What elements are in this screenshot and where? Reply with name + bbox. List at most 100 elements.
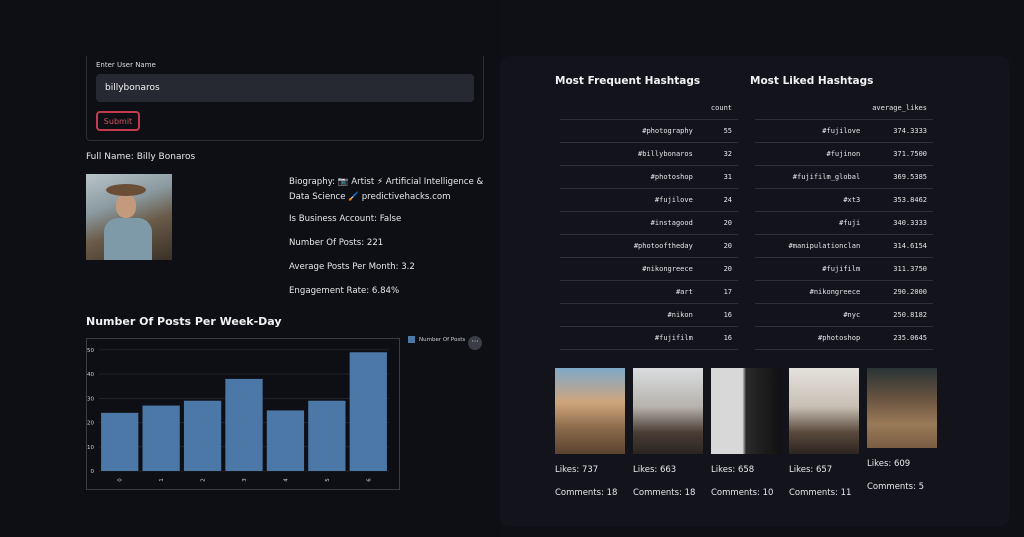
value-cell: 17 (698, 280, 738, 304)
value-cell: 311.3750 (866, 257, 933, 281)
bar[interactable] (308, 400, 346, 471)
table-row: #nikon 16 (560, 303, 738, 327)
y-tick-label: 30 (87, 396, 94, 402)
liked-hashtags-table: average_likes #fujilove 374.3333 #fujinon 3… (755, 97, 933, 350)
frequent-hashtags-title: Most Frequent Hashtags (555, 75, 701, 87)
hashtag-cell: #photoshop (755, 326, 867, 350)
biography: Biography: 📷 Artist ⚡ Artificial Intelli… (289, 175, 483, 205)
y-tick-label: 0 (91, 469, 95, 475)
engagement-rate: Engagement Rate: 6.84% (289, 286, 400, 296)
username-input[interactable]: billybonaros (96, 74, 474, 102)
value-cell: 16 (698, 326, 738, 350)
number-of-posts: Number Of Posts: 221 (289, 238, 384, 248)
table-row: #photoshop 31 (560, 165, 738, 189)
table-row: #fujilove 24 (560, 188, 738, 212)
hashtag-cell: #fujinon (755, 142, 867, 166)
value-cell: 369.5385 (866, 165, 933, 189)
value-cell: 235.0645 (866, 326, 933, 350)
table-row: #instagood 20 (560, 211, 738, 235)
y-tick-label: 20 (87, 421, 94, 427)
value-cell: 20 (698, 211, 738, 235)
post-comments-5: Comments: 5 (867, 482, 925, 492)
post-likes-3: Likes: 658 (711, 465, 755, 475)
column-header-average-likes: average_likes (866, 97, 933, 120)
full-name: Full Name: Billy Bonaros (86, 152, 196, 162)
hashtag-cell: #photography (560, 119, 699, 143)
post-likes-4: Likes: 657 (789, 465, 833, 475)
post-image-5[interactable] (867, 368, 937, 448)
y-tick-label: 40 (87, 372, 94, 378)
post-comments-3: Comments: 10 (711, 488, 774, 498)
x-tick-label: 0 (118, 478, 124, 482)
y-tick-label: 50 (87, 348, 94, 354)
post-image-3[interactable] (711, 368, 781, 454)
biography-line-2: Data Science 🖌️ predictivehacks.com (289, 192, 451, 202)
hashtag-cell: #fuji (755, 211, 867, 235)
submit-button[interactable]: Submit (96, 111, 140, 131)
hashtag-cell: #fujifilm_global (755, 165, 867, 189)
table-row: #manipulationclan 314.6154 (755, 234, 933, 258)
hashtag-cell: #instagood (560, 211, 699, 235)
table-row: #fujifilm 311.3750 (755, 257, 933, 281)
table-row: #fuji 340.3333 (755, 211, 933, 235)
username-label: Enter User Name (96, 61, 156, 69)
table-row: #photography 55 (560, 119, 738, 143)
post-likes-1: Likes: 737 (555, 465, 599, 475)
frequent-hashtags-table: count #photography 55 #billybonaros 32 #phot… (560, 97, 738, 350)
table-row: #nyc 250.8182 (755, 303, 933, 327)
bar[interactable] (349, 352, 387, 471)
table-row: #photoshop 235.0645 (755, 326, 933, 350)
more-dots-icon[interactable]: ··· (468, 336, 482, 350)
table-row: #xt3 353.8462 (755, 188, 933, 212)
post-likes-2: Likes: 663 (633, 465, 677, 475)
table-row: #fujilove 374.3333 (755, 119, 933, 143)
hashtag-cell: #fujilove (755, 119, 867, 143)
post-comments-1: Comments: 18 (555, 488, 618, 498)
post-image-1[interactable] (555, 368, 625, 454)
hashtag-cell: #fujifilm (560, 326, 699, 350)
username-form: Enter User Name billybonaros Submit (86, 56, 484, 141)
x-tick-label: 1 (159, 478, 165, 482)
hashtag-cell: #manipulationclan (755, 234, 867, 258)
value-cell: 374.3333 (866, 119, 933, 143)
bar[interactable] (101, 412, 139, 471)
hashtag-cell: #billybonaros (560, 142, 699, 166)
x-tick-label: 6 (366, 478, 372, 482)
hashtag-cell: #art (560, 280, 699, 304)
value-cell: 16 (698, 303, 738, 327)
hashtag-cell: #photooftheday (560, 234, 699, 258)
value-cell: 250.8182 (866, 303, 933, 327)
column-header-count: count (698, 97, 738, 120)
biography-line-1: Biography: 📷 Artist ⚡ Artificial Intelli… (289, 177, 484, 187)
x-tick-label: 3 (242, 478, 248, 482)
hashtag-cell: #fujilove (560, 188, 699, 212)
bar[interactable] (183, 400, 222, 471)
bar[interactable] (225, 378, 263, 471)
table-row: #fujinon 371.7500 (755, 142, 933, 166)
bar[interactable] (142, 405, 180, 471)
average-posts-per-month: Average Posts Per Month: 3.2 (289, 262, 415, 272)
value-cell: 32 (698, 142, 738, 166)
chart-title: Number Of Posts Per Week-Day (86, 315, 282, 328)
business-account: Is Business Account: False (289, 214, 402, 224)
x-tick-label: 2 (201, 478, 207, 482)
x-tick-label: 4 (283, 478, 289, 482)
value-cell: 353.8462 (866, 188, 933, 212)
bar[interactable] (266, 410, 305, 471)
chart-frame: 0 10 20 30 40 50 0 1 2 3 4 5 6 (86, 338, 400, 490)
table-row: #nikongreece 20 (560, 257, 738, 281)
value-cell: 340.3333 (866, 211, 933, 235)
table-row: #photooftheday 20 (560, 234, 738, 258)
hashtag-cell: #fujifilm (755, 257, 867, 281)
column-header-blank (560, 97, 699, 120)
table-row: #fujifilm_global 369.5385 (755, 165, 933, 189)
table-row: #art 17 (560, 280, 738, 304)
hashtag-cell: #xt3 (755, 188, 867, 212)
post-image-2[interactable] (633, 368, 703, 454)
legend-label: Number Of Posts (419, 336, 466, 343)
post-image-4[interactable] (789, 368, 859, 454)
legend-swatch (408, 336, 415, 343)
value-cell: 20 (698, 257, 738, 281)
post-likes-5: Likes: 609 (867, 459, 911, 469)
hashtag-cell: #nikongreece (560, 257, 699, 281)
